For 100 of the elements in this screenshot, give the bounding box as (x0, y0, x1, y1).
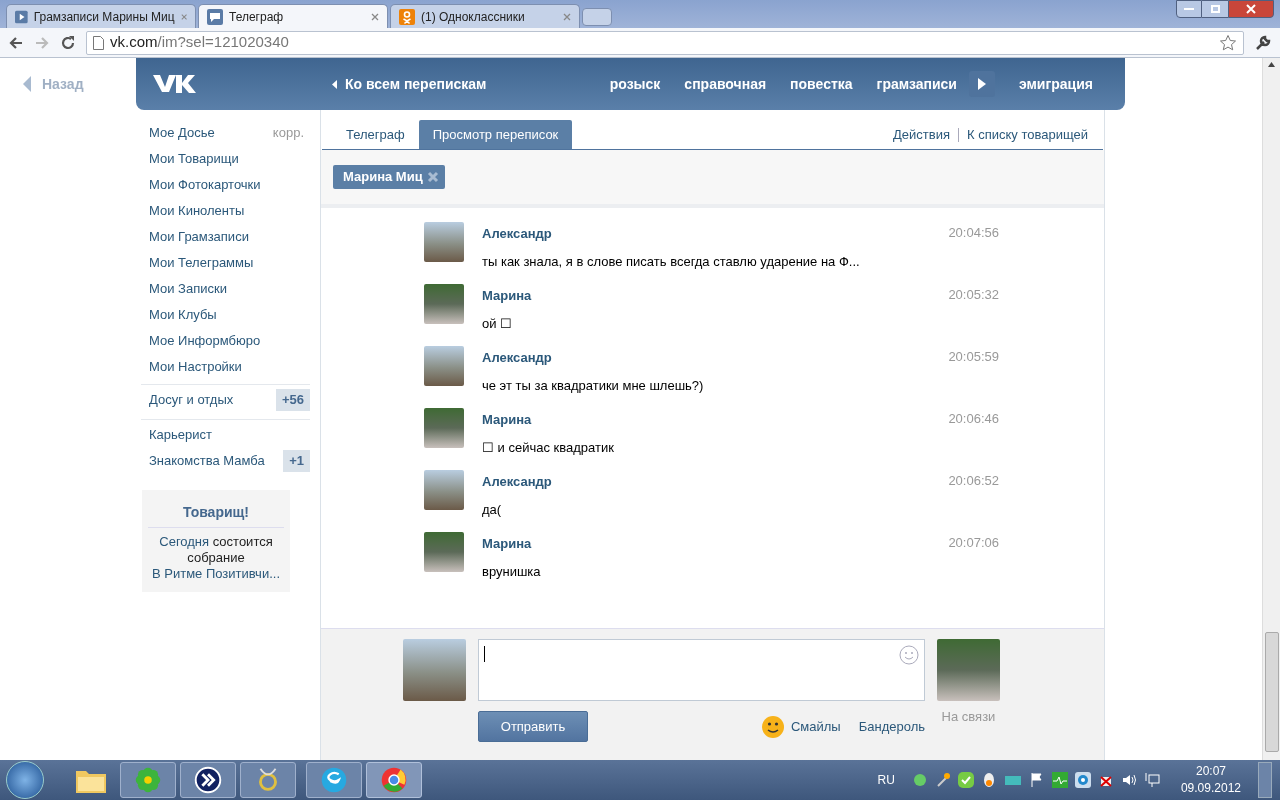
sidebar-link[interactable]: Мои Клубы (149, 305, 217, 325)
clock-time: 20:07 (1195, 763, 1226, 780)
nav-link[interactable]: розыск (597, 73, 673, 95)
recipient-chip[interactable]: Марина Миц (333, 165, 445, 189)
notice-title: Товарищ! (148, 502, 284, 528)
photo-placeholder (424, 346, 464, 386)
caret-icon (332, 79, 337, 89)
play-icon (15, 8, 28, 25)
speaker-icon[interactable] (1120, 772, 1137, 788)
photo-placeholder (937, 639, 1000, 701)
browser-tab[interactable]: Грамзаписи Марины Миц (6, 4, 196, 28)
close-icon[interactable] (371, 12, 379, 21)
message-author[interactable]: Марина (482, 410, 949, 430)
message-time: 20:06:46 (948, 410, 999, 428)
sidebar-link[interactable]: Мои Записки (149, 279, 227, 299)
photo-placeholder (424, 532, 464, 572)
notice-text: Сегодня состоится собрание В Ритме Позитивчи... (151, 534, 281, 582)
sidebar-link[interactable]: Мои Фотокарточки (149, 175, 261, 195)
clock[interactable]: 20:07 09.09.2012 (1180, 763, 1241, 797)
wrench-icon[interactable] (1254, 33, 1272, 52)
scrollbar-thumb[interactable] (1264, 632, 1279, 752)
sidebar-link[interactable]: Мое Досье (149, 123, 215, 143)
star-icon[interactable] (1219, 33, 1237, 52)
network-icon[interactable] (1143, 772, 1160, 788)
sidebar-link[interactable]: Знакомства Мамба (149, 451, 265, 471)
sidebar-link[interactable]: Мои Телеграммы (149, 253, 254, 273)
close-icon (1246, 4, 1256, 14)
message-author[interactable]: Марина (482, 286, 949, 306)
count-badge: +56 (275, 389, 310, 411)
message-time: 20:04:56 (948, 224, 999, 242)
message-time: 20:05:32 (948, 286, 999, 304)
message-text: ой ☐ (482, 314, 514, 333)
nav-link[interactable]: эмиграция (1006, 73, 1105, 95)
nav-link[interactable]: повестка (778, 73, 865, 95)
notice-link[interactable]: В Ритме Позитивчи... (152, 566, 280, 581)
sidebar-link[interactable]: Досуг и отдых (149, 390, 234, 410)
remove-icon[interactable] (426, 171, 439, 183)
back-arrow-icon[interactable] (8, 34, 24, 51)
message-author[interactable]: Александр (482, 472, 949, 492)
photo-placeholder (424, 470, 464, 510)
photo-placeholder (403, 639, 466, 701)
close-icon[interactable] (563, 12, 571, 21)
tab[interactable]: Просмотр переписок (418, 120, 573, 149)
message-time: 20:05:59 (948, 348, 999, 366)
online-status: На связи (941, 708, 996, 726)
send-button[interactable]: Отправить (478, 711, 588, 742)
sidebar-link[interactable]: Мои Настройки (149, 357, 242, 377)
start-button[interactable] (6, 761, 44, 799)
photo-placeholder (424, 222, 464, 262)
flag-icon[interactable] (1028, 772, 1045, 788)
check-icon[interactable] (957, 772, 974, 788)
close-window-button[interactable] (1228, 0, 1274, 18)
sidebar-link[interactable]: Мое Информбюро (149, 331, 261, 351)
more-button[interactable] (968, 71, 995, 97)
nav-link[interactable]: справочная (672, 73, 779, 95)
sidebar-link[interactable]: Мои Товарищи (149, 149, 239, 169)
count-badge: +1 (283, 450, 310, 472)
notice-link[interactable]: Сегодня (159, 534, 210, 549)
message-author[interactable]: Марина (482, 534, 949, 554)
scroll-up-arrow-icon[interactable] (1268, 62, 1275, 67)
clock-date: 09.09.2012 (1180, 780, 1241, 797)
page-icon (93, 35, 104, 50)
smiles-link[interactable]: Смайлы (790, 716, 841, 737)
sidebar-link[interactable]: Карьерист (149, 425, 212, 445)
message-text: ☐ и сейчас квадратик (482, 438, 615, 457)
caret-icon (977, 78, 986, 90)
message-input[interactable] (478, 639, 925, 701)
smiley-icon[interactable] (760, 714, 785, 739)
vk-logo[interactable] (152, 72, 196, 96)
sidebar-link[interactable]: Мои Киноленты (149, 201, 245, 221)
photo-placeholder (424, 408, 464, 448)
new-tab-button[interactable] (582, 8, 612, 26)
speech-bubble-icon (207, 8, 223, 25)
address-bar[interactable]: vk.com/im?sel=121020340 (86, 30, 1244, 55)
eye-icon[interactable] (1074, 772, 1091, 788)
reload-icon[interactable] (60, 34, 76, 51)
restore-button[interactable] (1202, 0, 1228, 18)
message-text: врунишка (482, 562, 542, 581)
attach-link[interactable]: Бандероль (858, 716, 925, 737)
action-link[interactable]: Действия (893, 124, 950, 145)
person-icon (399, 8, 415, 25)
pulse-icon[interactable] (1051, 772, 1068, 788)
language-indicator[interactable]: RU (877, 771, 895, 789)
close-icon[interactable] (180, 12, 187, 21)
message-text: ты как знала, я в слове писать всегда ставлю ударение на Ф... (482, 252, 861, 271)
photo-placeholder (424, 284, 464, 324)
browser-tab[interactable]: (1) Одноклассники (390, 4, 580, 28)
scrollbar[interactable] (1262, 58, 1280, 760)
message-author[interactable]: Александр (482, 348, 949, 368)
all-conversations-link[interactable]: Ко всем перепискам (345, 73, 487, 95)
nav-link[interactable]: грамзаписи (864, 73, 969, 95)
browser-tab[interactable]: Телеграф (198, 4, 388, 28)
message-time: 20:07:06 (948, 534, 999, 552)
tab[interactable]: Телеграф (332, 120, 419, 149)
message-text: да( (482, 500, 503, 519)
message-time: 20:06:52 (948, 472, 999, 490)
sidebar-link[interactable]: Мои Грамзаписи (149, 227, 249, 247)
message-author[interactable]: Александр (482, 224, 949, 244)
minimize-button[interactable] (1176, 0, 1202, 18)
action-link[interactable]: К списку товарищей (967, 124, 1088, 145)
